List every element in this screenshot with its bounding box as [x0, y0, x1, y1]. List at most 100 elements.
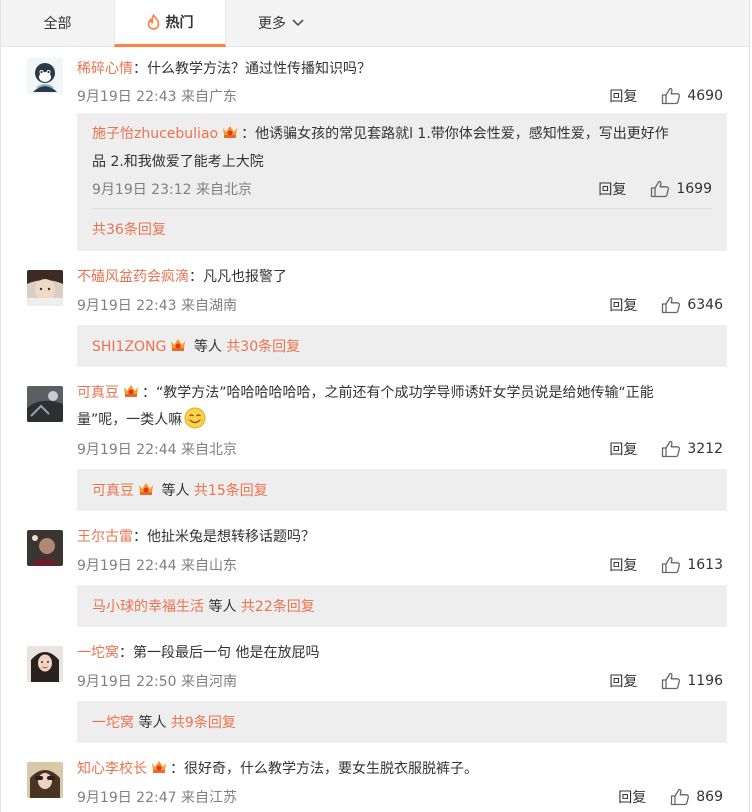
thumbs-up-icon: [662, 87, 681, 105]
flame-icon: [147, 14, 159, 30]
view-all-replies-link[interactable]: 共9条回复: [171, 715, 236, 731]
sub-like-button[interactable]: 1699: [650, 180, 712, 198]
reply-summary-box: 马小球的幸福生活 等人 共22条回复: [77, 585, 727, 627]
username[interactable]: 不磕风盆药会疯滴: [77, 269, 189, 285]
comment-actions: 回复 1196: [609, 671, 723, 691]
like-button[interactable]: 6346: [661, 296, 723, 314]
reply-summary: 马小球的幸福生活 等人 共22条回复: [92, 596, 315, 616]
reply-username[interactable]: 马小球的幸福生活: [92, 599, 204, 615]
reply-button[interactable]: 回复: [609, 439, 637, 459]
like-button[interactable]: 869: [670, 788, 723, 806]
sub-comment-actions: 回复 1699: [598, 179, 712, 199]
like-count: 4690: [687, 88, 723, 104]
comment-body-line2: 量”呢，一类人嘛: [77, 412, 183, 428]
comment-panel: 全部 热门 更多 稀碎心情：什么教学方法？通过性传播知识吗？ 9月19日 22:…: [0, 0, 750, 812]
like-count: 1196: [687, 673, 723, 689]
tab-hot-label: 热门: [165, 15, 194, 31]
comment-meta: 9月19日 22:47 来自江苏: [77, 790, 237, 806]
username[interactable]: 一坨窝: [77, 645, 119, 661]
sub-comment-box: 施子怡zhucebuliao ：他诱骗女孩的常见套路就l 1.带你体会性爱，感知性…: [77, 113, 727, 251]
reply-button[interactable]: 回复: [609, 86, 637, 106]
thumbs-up-icon: [671, 788, 690, 806]
username[interactable]: 王尔古雷: [77, 529, 133, 545]
comment-body: ：凡凡也报警了: [189, 269, 287, 285]
sub-comment-line2: 品 2.和我做爱了能考上大院: [92, 154, 264, 170]
reply-username[interactable]: 可真豆: [92, 483, 134, 499]
avatar[interactable]: [27, 762, 63, 798]
reply-button[interactable]: 回复: [609, 295, 637, 315]
vip-crown-badge-icon: [139, 483, 153, 495]
like-button[interactable]: 4690: [661, 87, 723, 105]
sub-comment-line1: ：他诱骗女孩的常见套路就l 1.带你体会性爱，感知性爱，写出更好作: [241, 126, 669, 142]
tab-hot[interactable]: 热门: [114, 0, 226, 47]
vip-crown-badge-icon: [223, 126, 238, 138]
avatar[interactable]: [27, 646, 63, 682]
username[interactable]: 知心李校长: [77, 761, 147, 777]
username[interactable]: 可真豆: [77, 385, 119, 401]
reply-button[interactable]: 回复: [618, 787, 646, 807]
comment-meta: 9月19日 22:44 来自山东: [77, 558, 237, 574]
like-count: 869: [696, 789, 723, 805]
view-all-replies-link[interactable]: 共15条回复: [194, 483, 268, 499]
tab-all[interactable]: 全部: [1, 0, 114, 46]
comment-text: 一坨窝：第一段最后一句 他是在放屁吗: [77, 640, 723, 667]
tab-more[interactable]: 更多: [226, 0, 336, 46]
comment-text: 王尔古雷：他扯米兔是想转移话题吗？: [77, 524, 723, 551]
sub-like-count: 1699: [676, 181, 712, 197]
comment-text: 稀碎心情：什么教学方法？通过性传播知识吗？: [77, 56, 723, 83]
reply-summary-box: 可真豆 等人 共15条回复: [77, 469, 727, 511]
comment-actions: 回复 3212: [609, 439, 723, 459]
reply-summary: 可真豆 等人 共15条回复: [92, 480, 268, 500]
smile-emoji-icon: [184, 407, 206, 429]
comment-actions: 回复 6346: [609, 295, 723, 315]
comment-actions: 回复 869: [618, 787, 723, 807]
reply-username[interactable]: 一坨窝: [92, 715, 134, 731]
like-count: 3212: [687, 441, 723, 457]
sub-username[interactable]: 施子怡zhucebuliao: [92, 126, 218, 142]
thumbs-up-icon: [651, 180, 670, 198]
reply-summary-mid: 等人: [193, 339, 222, 355]
tab-more-label: 更多: [258, 16, 286, 32]
reply-username[interactable]: SHI1ZONG: [92, 339, 166, 355]
like-count: 6346: [687, 297, 723, 313]
comment-text: 知心李校长 ：很好奇，什么教学方法，要女生脱衣服脱裤子。: [77, 756, 723, 783]
like-count: 1613: [687, 557, 723, 573]
view-all-replies-link[interactable]: 共36条回复: [92, 219, 166, 239]
comment-meta: 9月19日 22:43 来自广东: [77, 89, 237, 105]
sub-comment-text: 施子怡zhucebuliao ：他诱骗女孩的常见套路就l 1.带你体会性爱，感知性…: [92, 120, 712, 176]
reply-summary-mid: 等人: [138, 715, 167, 731]
comment-body: ：什么教学方法？通过性传播知识吗？: [133, 61, 371, 77]
divider: [92, 208, 712, 209]
avatar[interactable]: [27, 530, 63, 566]
view-all-replies-link[interactable]: 共30条回复: [226, 339, 300, 355]
thumbs-up-icon: [662, 440, 681, 458]
like-button[interactable]: 1613: [661, 556, 723, 574]
tab-bar: 全部 热门 更多: [1, 0, 749, 47]
comment-meta: 9月19日 22:50 来自河南: [77, 674, 237, 690]
avatar[interactable]: [27, 58, 63, 94]
username[interactable]: 稀碎心情: [77, 61, 133, 77]
thumbs-up-icon: [662, 296, 681, 314]
comment-actions: 回复 1613: [609, 555, 723, 575]
comment-text: 不磕风盆药会疯滴：凡凡也报警了: [77, 264, 723, 291]
avatar[interactable]: [27, 386, 63, 422]
reply-summary-mid: 等人: [208, 599, 237, 615]
chevron-down-icon: [292, 19, 304, 27]
like-button[interactable]: 3212: [661, 440, 723, 458]
vip-crown-badge-icon: [171, 339, 186, 351]
tab-all-label: 全部: [43, 16, 72, 32]
reply-summary: SHI1ZONG 等人 共30条回复: [92, 336, 300, 356]
comment-body-line1: ：“教学方法”哈哈哈哈哈哈，之前还有个成功学导师诱奸女学员说是给她传输“正能: [142, 385, 654, 401]
thumbs-up-icon: [662, 556, 681, 574]
reply-summary-box: 一坨窝 等人 共9条回复: [77, 701, 727, 743]
view-all-replies-link[interactable]: 共22条回复: [241, 599, 315, 615]
avatar[interactable]: [27, 270, 63, 306]
like-button[interactable]: 1196: [661, 672, 723, 690]
vip-crown-badge-icon: [152, 761, 166, 773]
reply-button[interactable]: 回复: [609, 671, 637, 691]
comment-actions: 回复 4690: [609, 86, 723, 106]
comment-text: 可真豆 ：“教学方法”哈哈哈哈哈哈，之前还有个成功学导师诱奸女学员说是给她传输“正…: [77, 380, 723, 434]
reply-button[interactable]: 回复: [609, 555, 637, 575]
sub-reply-button[interactable]: 回复: [598, 179, 626, 199]
comment-meta: 9月19日 22:43 来自湖南: [77, 298, 237, 314]
